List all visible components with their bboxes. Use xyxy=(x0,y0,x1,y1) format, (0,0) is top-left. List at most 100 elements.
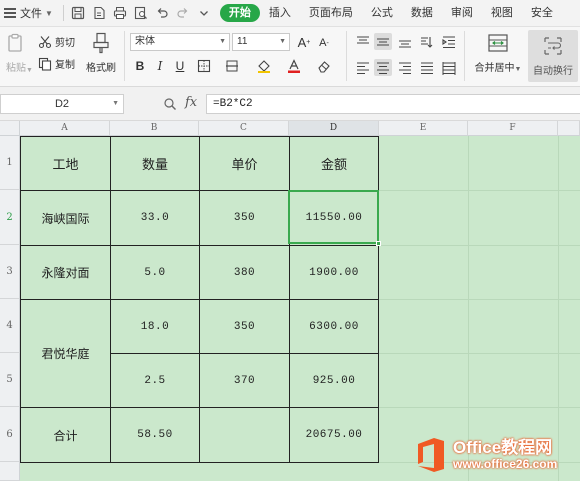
clear-format-button[interactable] xyxy=(316,58,332,74)
menu-divider xyxy=(62,5,64,21)
borders-button[interactable] xyxy=(196,58,212,74)
file-menu[interactable]: 文件 ▼ xyxy=(0,0,59,27)
align-bottom-button[interactable] xyxy=(396,33,414,50)
italic-button[interactable]: I xyxy=(152,58,168,74)
name-box[interactable]: D2 ▼ xyxy=(0,94,124,114)
orientation-button[interactable] xyxy=(418,33,436,50)
cell-d5[interactable]: 925.00 xyxy=(290,354,378,407)
strikethrough-button[interactable] xyxy=(224,58,240,74)
tab-data[interactable]: 数据 xyxy=(402,4,442,22)
fill-color-button[interactable] xyxy=(256,58,272,74)
distributed-button[interactable] xyxy=(440,59,458,76)
print-preview-icon[interactable] xyxy=(133,5,149,21)
column-header-c[interactable]: C xyxy=(199,121,289,136)
column-header-f[interactable]: F xyxy=(468,121,558,136)
merge-center-button[interactable]: 合并居中▼ xyxy=(470,32,526,74)
row-header-3[interactable]: 3 xyxy=(0,245,20,299)
cell-c3[interactable]: 380 xyxy=(200,246,289,299)
cut-button[interactable]: 剪切 xyxy=(38,34,75,49)
justify-button[interactable] xyxy=(418,59,436,76)
cell-d1[interactable]: 金额 xyxy=(290,137,378,190)
cell-d6[interactable]: 20675.00 xyxy=(290,408,378,462)
cell-c5[interactable]: 370 xyxy=(200,354,289,407)
gridline xyxy=(379,299,580,300)
select-all-corner[interactable] xyxy=(0,121,20,136)
borders-icon xyxy=(197,59,211,73)
column-header-d[interactable]: D xyxy=(289,121,379,136)
cell-b4[interactable]: 18.0 xyxy=(111,300,199,353)
align-middle-icon xyxy=(377,37,389,46)
tab-insert[interactable]: 插入 xyxy=(260,4,300,22)
tab-home[interactable]: 开始 xyxy=(219,4,260,22)
insert-function-button[interactable]: fx xyxy=(185,95,197,110)
wrap-text-button[interactable]: 自动换行 xyxy=(528,30,578,82)
row-header-7[interactable] xyxy=(0,462,20,481)
cell-d4[interactable]: 6300.00 xyxy=(290,300,378,353)
cell-b3[interactable]: 5.0 xyxy=(111,246,199,299)
cell-a6[interactable]: 合计 xyxy=(21,408,110,462)
row-header-6[interactable]: 6 xyxy=(0,407,20,462)
column-header-a[interactable]: A xyxy=(20,121,110,136)
copy-button[interactable]: 复制 xyxy=(38,56,75,71)
cell-d3[interactable]: 1900.00 xyxy=(290,246,378,299)
font-name-select[interactable]: 宋体 ▼ xyxy=(130,33,230,51)
paste-button[interactable]: 粘贴 xyxy=(4,33,28,74)
fill-handle[interactable] xyxy=(376,241,381,246)
column-header-e[interactable]: E xyxy=(379,121,468,136)
cell-a3[interactable]: 永隆对面 xyxy=(21,246,110,299)
gridline xyxy=(379,245,580,246)
tab-view[interactable]: 视图 xyxy=(482,4,522,22)
align-left-button[interactable] xyxy=(354,59,372,76)
undo-icon[interactable] xyxy=(154,5,170,21)
cell-c4[interactable]: 350 xyxy=(200,300,289,353)
formula-input[interactable]: =B2*C2 xyxy=(206,94,580,114)
underline-button[interactable]: U xyxy=(172,58,188,74)
tab-formulas[interactable]: 公式 xyxy=(362,4,402,22)
row-header-5[interactable]: 5 xyxy=(0,353,20,407)
strikethrough-icon xyxy=(226,60,238,72)
bold-button[interactable]: B xyxy=(132,58,148,74)
increase-font-glyph: A xyxy=(297,34,307,50)
save-icon[interactable] xyxy=(70,5,86,21)
increase-font-button[interactable]: A + xyxy=(296,34,312,50)
cell-b5[interactable]: 2.5 xyxy=(111,354,199,407)
font-size-select[interactable]: 11 ▼ xyxy=(232,33,290,51)
cell-a4-merged[interactable]: 君悦华庭 xyxy=(21,300,110,407)
format-painter-label: 格式刷 xyxy=(86,63,116,74)
quick-access-toolbar xyxy=(70,5,212,21)
row-header-4[interactable]: 4 xyxy=(0,299,20,353)
distributed-icon xyxy=(442,61,456,75)
row-header-1[interactable]: 1 xyxy=(0,136,20,190)
align-middle-button[interactable] xyxy=(374,33,392,50)
cell-c1[interactable]: 单价 xyxy=(200,137,289,190)
more-chevron-icon[interactable] xyxy=(196,5,212,21)
cell-b2[interactable]: 33.0 xyxy=(111,191,199,245)
cell-c2[interactable]: 350 xyxy=(200,191,289,245)
print-icon[interactable] xyxy=(112,5,128,21)
row-header-2[interactable]: 2 xyxy=(0,190,20,245)
align-center-button[interactable] xyxy=(374,59,392,76)
font-color-button[interactable] xyxy=(286,58,302,74)
export-pdf-icon[interactable] xyxy=(91,5,107,21)
tab-security[interactable]: 安全 xyxy=(522,4,562,22)
cell-b6[interactable]: 58.50 xyxy=(111,408,199,462)
cell-c6[interactable] xyxy=(200,408,289,462)
tab-review[interactable]: 审阅 xyxy=(442,4,482,22)
cell-a1[interactable]: 工地 xyxy=(21,137,110,190)
redo-icon[interactable] xyxy=(175,5,191,21)
column-header-g[interactable] xyxy=(558,121,580,136)
align-top-button[interactable] xyxy=(354,33,372,50)
paste-dropdown-icon[interactable]: ▼ xyxy=(26,67,33,74)
paste-label: 粘贴 xyxy=(6,63,26,74)
align-right-button[interactable] xyxy=(396,59,414,76)
format-painter-button[interactable]: 格式刷 xyxy=(84,32,118,74)
cell-a2[interactable]: 海峡国际 xyxy=(21,191,110,245)
gridline xyxy=(558,136,559,481)
column-header-b[interactable]: B xyxy=(110,121,199,136)
cell-b1[interactable]: 数量 xyxy=(111,137,199,190)
zoom-icon[interactable] xyxy=(163,97,177,114)
cut-label: 剪切 xyxy=(55,38,75,49)
tab-page-layout[interactable]: 页面布局 xyxy=(300,4,362,22)
decrease-font-button[interactable]: A- xyxy=(316,35,332,51)
indent-button[interactable] xyxy=(440,33,458,50)
